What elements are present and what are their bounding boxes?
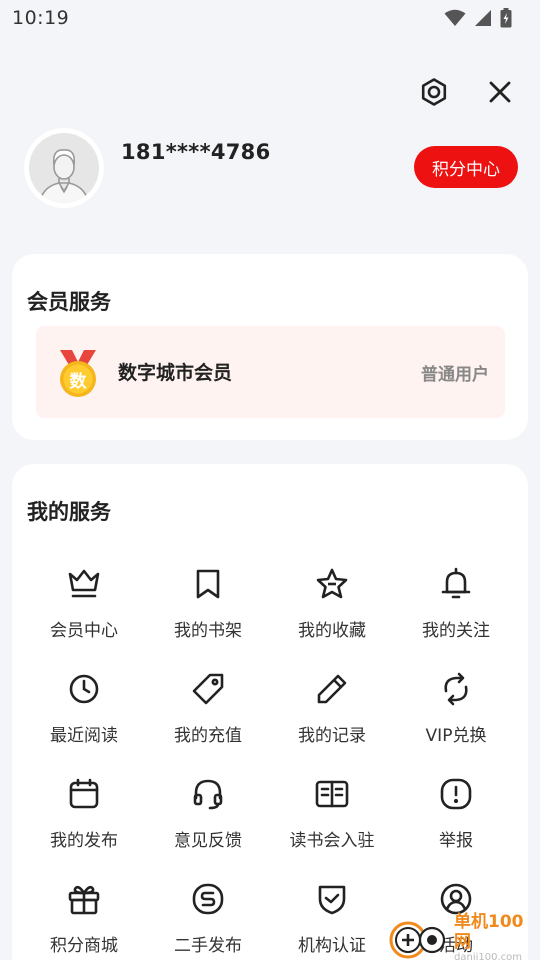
services-grid: 会员中心 我的书架 我的收藏 我的关注 最近阅读 我的充值 我的记录 VIP兑换… bbox=[22, 560, 518, 960]
signal-icon bbox=[474, 9, 492, 27]
my-services-title: 我的服务 bbox=[27, 500, 111, 524]
service-label: 我的记录 bbox=[298, 726, 366, 746]
close-icon bbox=[488, 80, 512, 108]
service-my-posts[interactable]: 我的发布 bbox=[22, 770, 146, 875]
watermark-text: 单机100网 danji100.com bbox=[454, 912, 540, 960]
close-button[interactable] bbox=[484, 76, 516, 112]
avatar-image bbox=[29, 133, 99, 203]
service-vip-exchange[interactable]: VIP兑换 bbox=[394, 665, 518, 770]
medal-icon: 数 bbox=[56, 350, 100, 398]
membership-name: 数字城市会员 bbox=[118, 362, 233, 384]
service-label: 会员中心 bbox=[50, 621, 118, 641]
bookmark-icon bbox=[188, 564, 228, 604]
wifi-icon bbox=[444, 9, 466, 27]
service-report[interactable]: 举报 bbox=[394, 770, 518, 875]
points-center-button[interactable]: 积分中心 bbox=[414, 146, 518, 188]
service-recent-reading[interactable]: 最近阅读 bbox=[22, 665, 146, 770]
battery-icon bbox=[500, 8, 512, 28]
alert-icon bbox=[436, 774, 476, 814]
membership-level: 普通用户 bbox=[421, 365, 489, 385]
resale-icon bbox=[188, 879, 228, 919]
service-second-hand[interactable]: 二手发布 bbox=[146, 875, 270, 960]
pencil-icon bbox=[312, 669, 352, 709]
watermark-url: danji100.com bbox=[454, 952, 522, 960]
service-label: 我的书架 bbox=[174, 621, 242, 641]
shield-check-icon bbox=[312, 879, 352, 919]
service-points-mall[interactable]: 积分商城 bbox=[22, 875, 146, 960]
bell-icon bbox=[436, 564, 476, 604]
member-services-title: 会员服务 bbox=[27, 290, 111, 314]
exchange-icon bbox=[436, 669, 476, 709]
service-label: 意见反馈 bbox=[174, 831, 242, 851]
service-feedback[interactable]: 意见反馈 bbox=[146, 770, 270, 875]
membership-row[interactable]: 数 数字城市会员 普通用户 bbox=[36, 326, 505, 418]
service-recharge[interactable]: 我的充值 bbox=[146, 665, 270, 770]
service-label: 积分商城 bbox=[50, 936, 118, 956]
clock-icon bbox=[64, 669, 104, 709]
service-label: 我的收藏 bbox=[298, 621, 366, 641]
service-book-club[interactable]: 读书会入驻 bbox=[270, 770, 394, 875]
service-records[interactable]: 我的记录 bbox=[270, 665, 394, 770]
service-org-verify[interactable]: 机构认证 bbox=[270, 875, 394, 960]
profile-header: 181****4786 积分中心 bbox=[24, 128, 518, 208]
user-phone: 181****4786 bbox=[121, 140, 271, 164]
service-following[interactable]: 我的关注 bbox=[394, 560, 518, 665]
service-label: 最近阅读 bbox=[50, 726, 118, 746]
watermark-title: 单机100网 bbox=[454, 912, 524, 952]
service-label: 我的充值 bbox=[174, 726, 242, 746]
settings-button[interactable] bbox=[418, 76, 450, 112]
status-bar: 10:19 bbox=[0, 0, 540, 36]
service-label: 机构认证 bbox=[298, 936, 366, 956]
watermark: 单机100网 danji100.com bbox=[388, 912, 540, 960]
watermark-logo-icon bbox=[388, 916, 450, 960]
top-actions bbox=[418, 76, 516, 112]
star-icon bbox=[312, 564, 352, 604]
service-label: 举报 bbox=[439, 831, 473, 851]
service-member-center[interactable]: 会员中心 bbox=[22, 560, 146, 665]
member-services-card: 会员服务 数 数字城市会员 普通用户 bbox=[12, 254, 528, 440]
service-label: 我的发布 bbox=[50, 831, 118, 851]
tag-icon bbox=[188, 669, 228, 709]
service-label: 读书会入驻 bbox=[289, 831, 375, 851]
service-favorites[interactable]: 我的收藏 bbox=[270, 560, 394, 665]
headset-icon bbox=[188, 774, 228, 814]
status-icons bbox=[444, 8, 512, 28]
book-open-icon bbox=[312, 774, 352, 814]
calendar-icon bbox=[64, 774, 104, 814]
gift-icon bbox=[64, 879, 104, 919]
service-bookshelf[interactable]: 我的书架 bbox=[146, 560, 270, 665]
status-time: 10:19 bbox=[12, 7, 70, 29]
my-services-card: 我的服务 会员中心 我的书架 我的收藏 我的关注 最近阅读 我的充值 我的记录 … bbox=[12, 464, 528, 960]
crown-icon bbox=[64, 564, 104, 604]
settings-icon bbox=[419, 77, 449, 111]
service-label: VIP兑换 bbox=[425, 726, 487, 746]
avatar[interactable] bbox=[24, 128, 104, 208]
service-label: 我的关注 bbox=[422, 621, 490, 641]
medal-char: 数 bbox=[69, 372, 87, 392]
service-label: 二手发布 bbox=[174, 936, 242, 956]
